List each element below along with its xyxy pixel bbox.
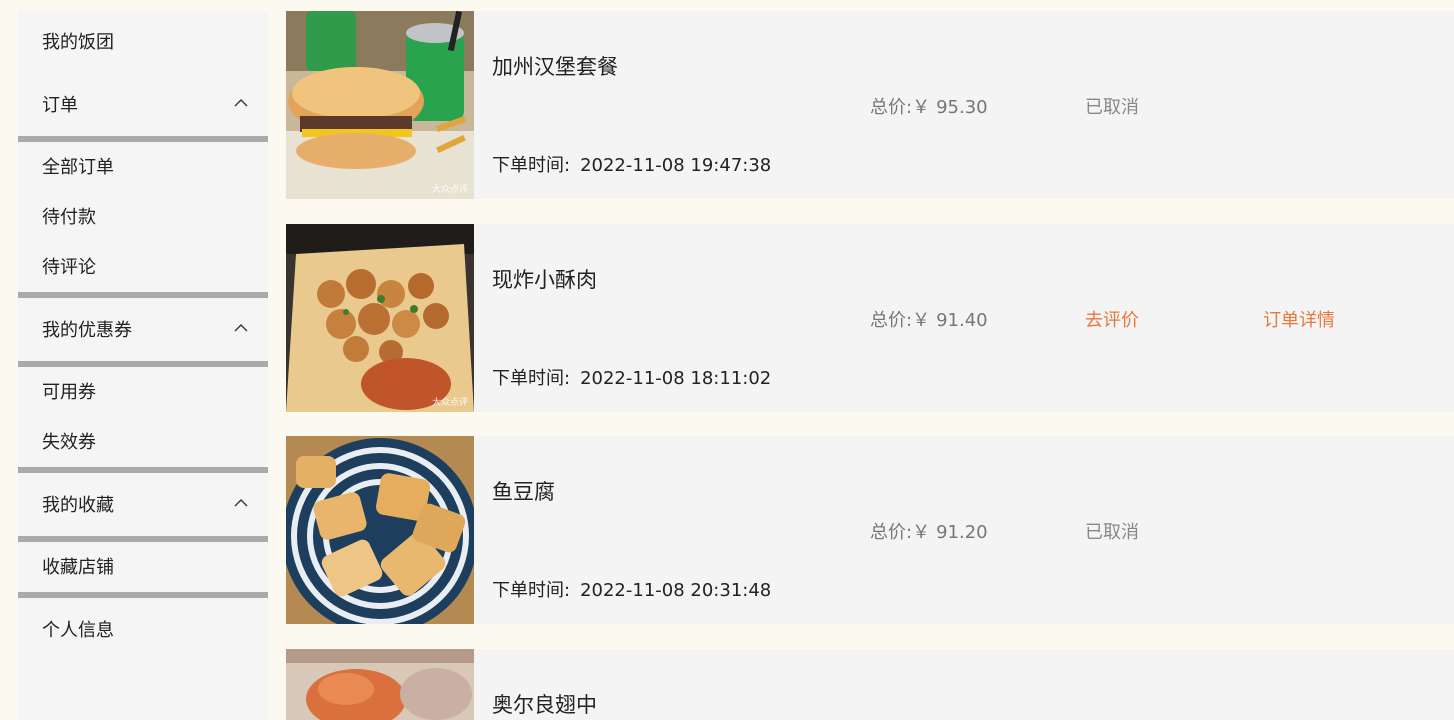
review-button[interactable]: 去评价	[1085, 306, 1139, 332]
price-amount: 91.20	[936, 522, 988, 543]
sidebar-menu: 我的饭团 订单 全部订单 待付款 待评论 我的优惠券 可用券 失效券 我的收藏 …	[18, 11, 268, 720]
price-label: 总价:￥	[870, 522, 931, 543]
order-price: 总价:￥ 95.30	[870, 93, 988, 119]
watermark-text: 大众点评	[431, 185, 468, 195]
sidebar-item-label: 待评论	[42, 257, 96, 278]
order-time: 下单时间: 2022-11-08 19:47:38	[492, 151, 771, 177]
time-value: 2022-11-08 20:31:48	[580, 580, 772, 601]
order-detail-link[interactable]: 订单详情	[1263, 306, 1335, 332]
sidebar-section-label: 我的收藏	[42, 495, 114, 516]
order-title: 奥尔良翅中	[492, 693, 597, 717]
order-status: 已取消	[1085, 522, 1139, 543]
app-root: 我的饭团 订单 全部订单 待付款 待评论 我的优惠券 可用券 失效券 我的收藏 …	[0, 0, 1454, 720]
order-card: 大众点评 现炸小酥肉 总价:￥ 91.40 去评价 订单详情 下单时间: 2022-…	[286, 224, 1454, 412]
order-title: 现炸小酥肉	[492, 268, 597, 292]
chevron-up-icon[interactable]	[234, 323, 248, 333]
sidebar-section-label: 我的优惠券	[42, 320, 132, 341]
order-time: 下单时间: 2022-11-08 20:31:48	[492, 576, 771, 602]
order-thumbnail[interactable]	[286, 649, 474, 720]
section-divider	[18, 592, 268, 598]
order-title: 加州汉堡套餐	[492, 55, 618, 79]
order-thumbnail[interactable]: 大众点评	[286, 224, 474, 412]
order-thumbnail[interactable]	[286, 436, 474, 624]
sidebar-item-favorite-shops[interactable]: 收藏店铺	[18, 541, 268, 591]
sidebar-section-label: 订单	[42, 95, 78, 116]
sidebar-item-label: 个人信息	[42, 620, 114, 641]
time-value: 2022-11-08 19:47:38	[580, 155, 772, 176]
order-time: 下单时间: 2022-11-08 18:11:02	[492, 364, 771, 390]
sidebar-item-label: 失效券	[42, 432, 96, 453]
fried-pork-photo	[286, 224, 474, 412]
wings-photo	[286, 649, 474, 720]
order-card: 大众点评 加州汉堡套餐 总价:￥ 95.30 已取消 下单时间: 2022-11-0…	[286, 11, 1454, 199]
sidebar-item-all-orders[interactable]: 全部订单	[18, 141, 268, 191]
sidebar-item-label: 全部订单	[42, 157, 114, 178]
sidebar-item-pending-review[interactable]: 待评论	[18, 241, 268, 291]
sidebar-item-personal-info[interactable]: 个人信息	[18, 604, 268, 654]
order-status: 已取消	[1085, 97, 1139, 118]
time-value: 2022-11-08 18:11:02	[580, 368, 772, 389]
sidebar-item-pending-payment[interactable]: 待付款	[18, 191, 268, 241]
order-title: 鱼豆腐	[492, 480, 555, 504]
order-price: 总价:￥ 91.40	[870, 306, 988, 332]
order-price: 总价:￥ 91.20	[870, 518, 988, 544]
sidebar-item-label: 我的饭团	[42, 32, 114, 53]
fish-tofu-photo	[286, 436, 474, 624]
time-label: 下单时间:	[492, 580, 571, 601]
chevron-up-icon[interactable]	[234, 498, 248, 508]
order-card: 奥尔良翅中	[286, 649, 1454, 720]
watermark-text: 大众点评	[431, 398, 468, 408]
sidebar-section-favorites[interactable]: 我的收藏	[18, 479, 268, 529]
sidebar-item-available-coupons[interactable]: 可用券	[18, 366, 268, 416]
time-label: 下单时间:	[492, 368, 571, 389]
order-card: 鱼豆腐 总价:￥ 91.20 已取消 下单时间: 2022-11-08 20:31:…	[286, 436, 1454, 624]
sidebar-item-expired-coupons[interactable]: 失效券	[18, 416, 268, 466]
order-thumbnail[interactable]: 大众点评	[286, 11, 474, 199]
price-amount: 95.30	[936, 97, 988, 118]
sidebar-section-coupons[interactable]: 我的优惠券	[18, 304, 268, 354]
section-divider	[18, 467, 268, 473]
sidebar-item-label: 收藏店铺	[42, 557, 114, 578]
sidebar-section-orders[interactable]: 订单	[18, 79, 268, 129]
price-label: 总价:￥	[870, 310, 931, 331]
price-label: 总价:￥	[870, 97, 931, 118]
price-amount: 91.40	[936, 310, 988, 331]
sidebar-item-label: 可用券	[42, 382, 96, 403]
section-divider	[18, 292, 268, 298]
time-label: 下单时间:	[492, 155, 571, 176]
chevron-up-icon[interactable]	[234, 98, 248, 108]
sidebar-item-my-group[interactable]: 我的饭团	[18, 16, 268, 66]
burger-photo	[286, 11, 474, 199]
sidebar-item-label: 待付款	[42, 207, 96, 228]
